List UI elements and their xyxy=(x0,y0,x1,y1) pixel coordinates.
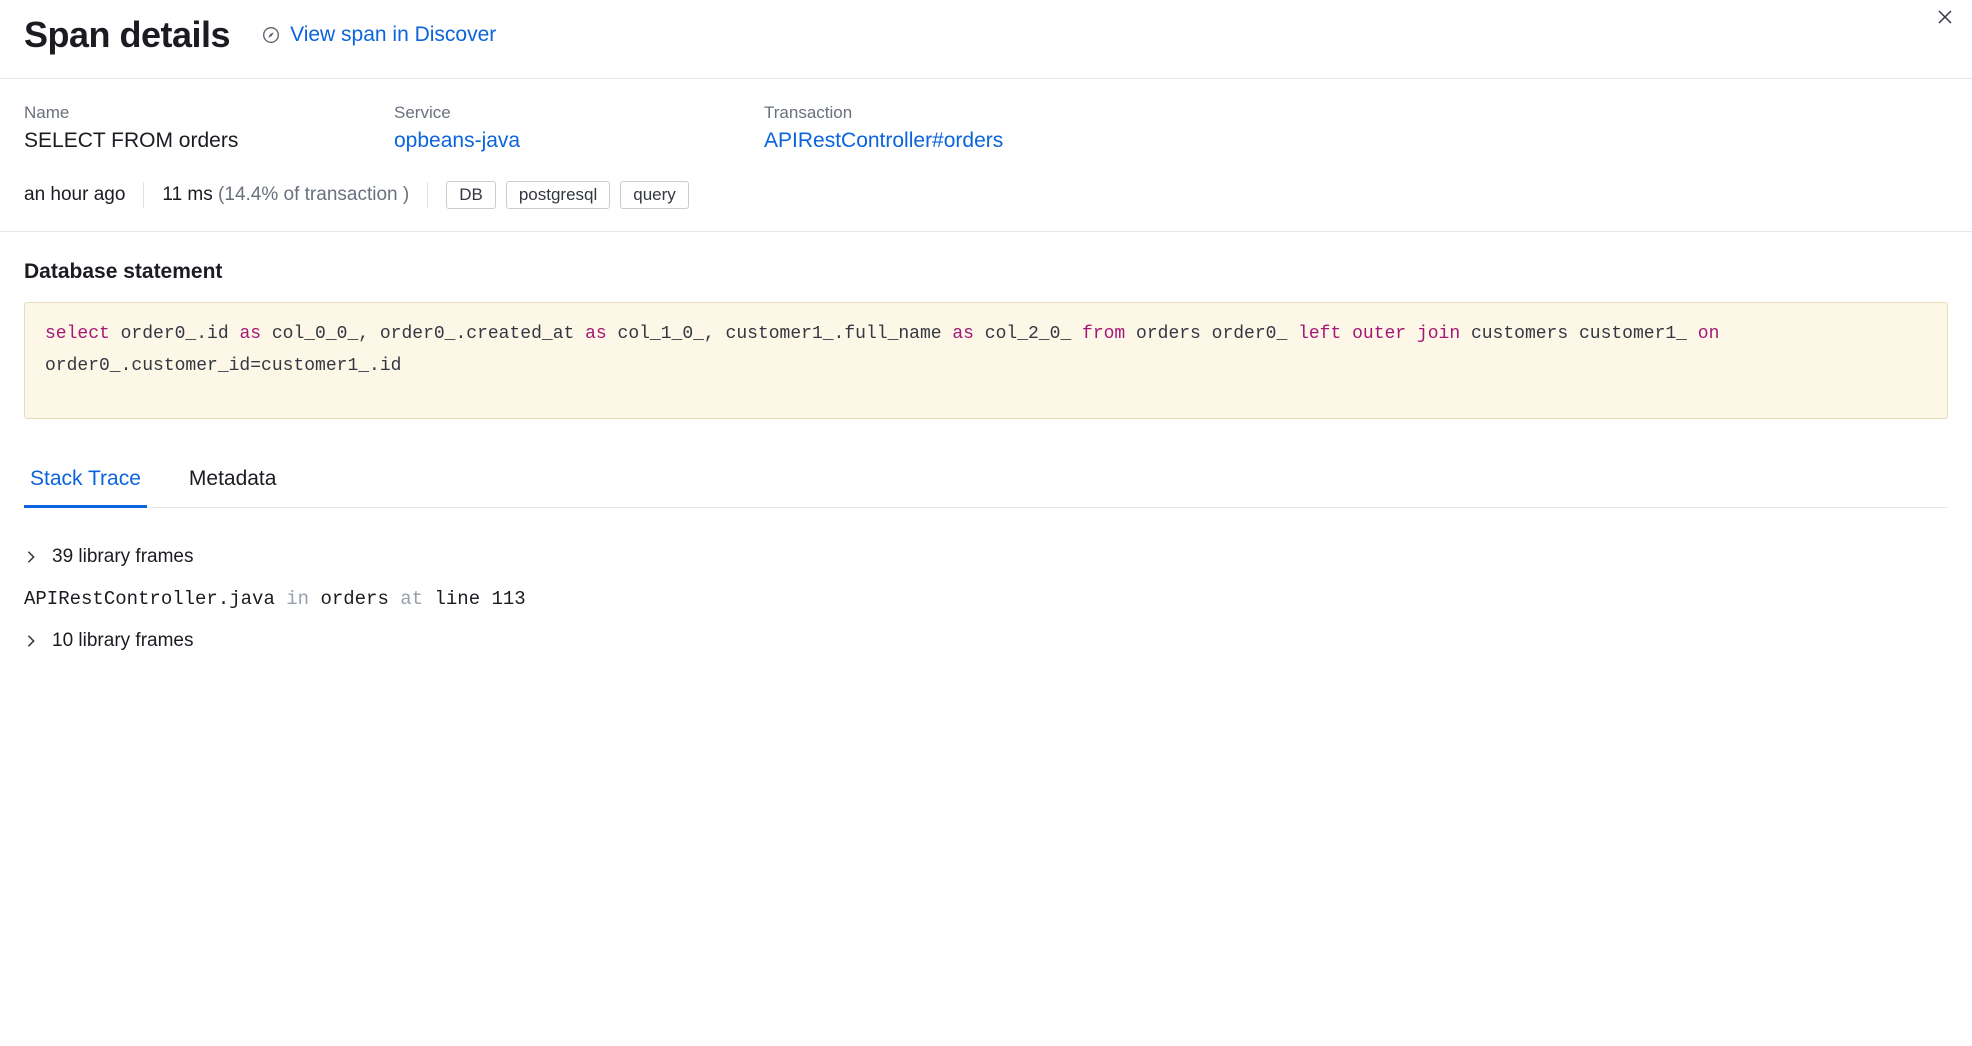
sql-token: customers customer1_ xyxy=(1460,324,1698,344)
meta-row-secondary: an hour ago 11 ms (14.4% of transaction … xyxy=(0,165,1972,232)
db-statement-code: select order0_.id as col_0_0_, order0_.c… xyxy=(24,302,1948,419)
compass-icon xyxy=(262,26,280,44)
sql-token: col_1_0_, customer1_.full_name xyxy=(607,324,953,344)
pct-of-transaction: (14.4% of transaction ) xyxy=(218,184,409,205)
page-title: Span details xyxy=(24,14,230,56)
library-frames-toggle[interactable]: 39 library frames xyxy=(24,536,1948,578)
stack-in: in xyxy=(275,588,321,610)
stack-trace-area: 39 library frames APIRestController.java… xyxy=(0,508,1972,662)
tab-metadata[interactable]: Metadata xyxy=(183,457,283,507)
stack-file: APIRestController.java xyxy=(24,588,275,610)
sql-keyword: as xyxy=(585,324,607,344)
chevron-right-icon xyxy=(24,550,38,564)
sql-token: order0_.id xyxy=(110,324,240,344)
sql-keyword: on xyxy=(1698,324,1720,344)
sql-token xyxy=(1406,324,1417,344)
meta-service: Service opbeans-java xyxy=(394,103,764,165)
stack-method: orders xyxy=(320,588,388,610)
sql-keyword: join xyxy=(1417,324,1460,344)
sql-token: col_0_0_, order0_.created_at xyxy=(261,324,585,344)
meta-transaction: Transaction APIRestController#orders xyxy=(764,103,1948,165)
panel-header: Span details View span in Discover xyxy=(0,0,1972,79)
badge: postgresql xyxy=(506,181,610,209)
meta-grid: Name SELECT FROM orders Service opbeans-… xyxy=(0,79,1972,165)
meta-transaction-link[interactable]: APIRestController#orders xyxy=(764,129,1948,153)
meta-name: Name SELECT FROM orders xyxy=(24,103,394,165)
meta-service-link[interactable]: opbeans-java xyxy=(394,129,764,153)
badge: DB xyxy=(446,181,496,209)
badge: query xyxy=(620,181,689,209)
meta-name-label: Name xyxy=(24,103,394,123)
stack-at: at xyxy=(389,588,435,610)
time-ago: an hour ago xyxy=(24,184,125,206)
meta-service-label: Service xyxy=(394,103,764,123)
sql-token xyxy=(1341,324,1352,344)
sql-token: orders order0_ xyxy=(1125,324,1298,344)
meta-transaction-label: Transaction xyxy=(764,103,1948,123)
library-frames-toggle[interactable]: 10 library frames xyxy=(24,620,1948,662)
sql-keyword: outer xyxy=(1352,324,1406,344)
sql-keyword: left xyxy=(1298,324,1341,344)
meta-name-value: SELECT FROM orders xyxy=(24,129,394,153)
stack-line-number: line 113 xyxy=(434,588,525,610)
sql-keyword: select xyxy=(45,324,110,344)
sql-keyword: from xyxy=(1082,324,1125,344)
library-frames-count: 39 library frames xyxy=(52,546,194,568)
tabs: Stack Trace Metadata xyxy=(24,457,1948,508)
chevron-right-icon xyxy=(24,634,38,648)
sql-keyword: as xyxy=(952,324,974,344)
sql-token: col_2_0_ xyxy=(974,324,1082,344)
view-in-discover-link[interactable]: View span in Discover xyxy=(262,23,496,47)
tab-stack-trace[interactable]: Stack Trace xyxy=(24,457,147,508)
stack-frame-line: APIRestController.java in orders at line… xyxy=(24,578,1948,620)
close-button[interactable] xyxy=(1936,8,1954,26)
duration: 11 ms xyxy=(162,184,212,205)
library-frames-count: 10 library frames xyxy=(52,630,194,652)
divider xyxy=(427,182,428,208)
badge-list: DB postgresql query xyxy=(446,181,689,209)
duration-wrap: 11 ms (14.4% of transaction ) xyxy=(162,184,409,206)
db-statement-title: Database statement xyxy=(0,232,1972,302)
close-icon xyxy=(1937,9,1953,25)
view-in-discover-label: View span in Discover xyxy=(290,23,496,47)
sql-keyword: as xyxy=(239,324,261,344)
span-details-panel: Span details View span in Discover Name … xyxy=(0,0,1972,702)
divider xyxy=(143,182,144,208)
